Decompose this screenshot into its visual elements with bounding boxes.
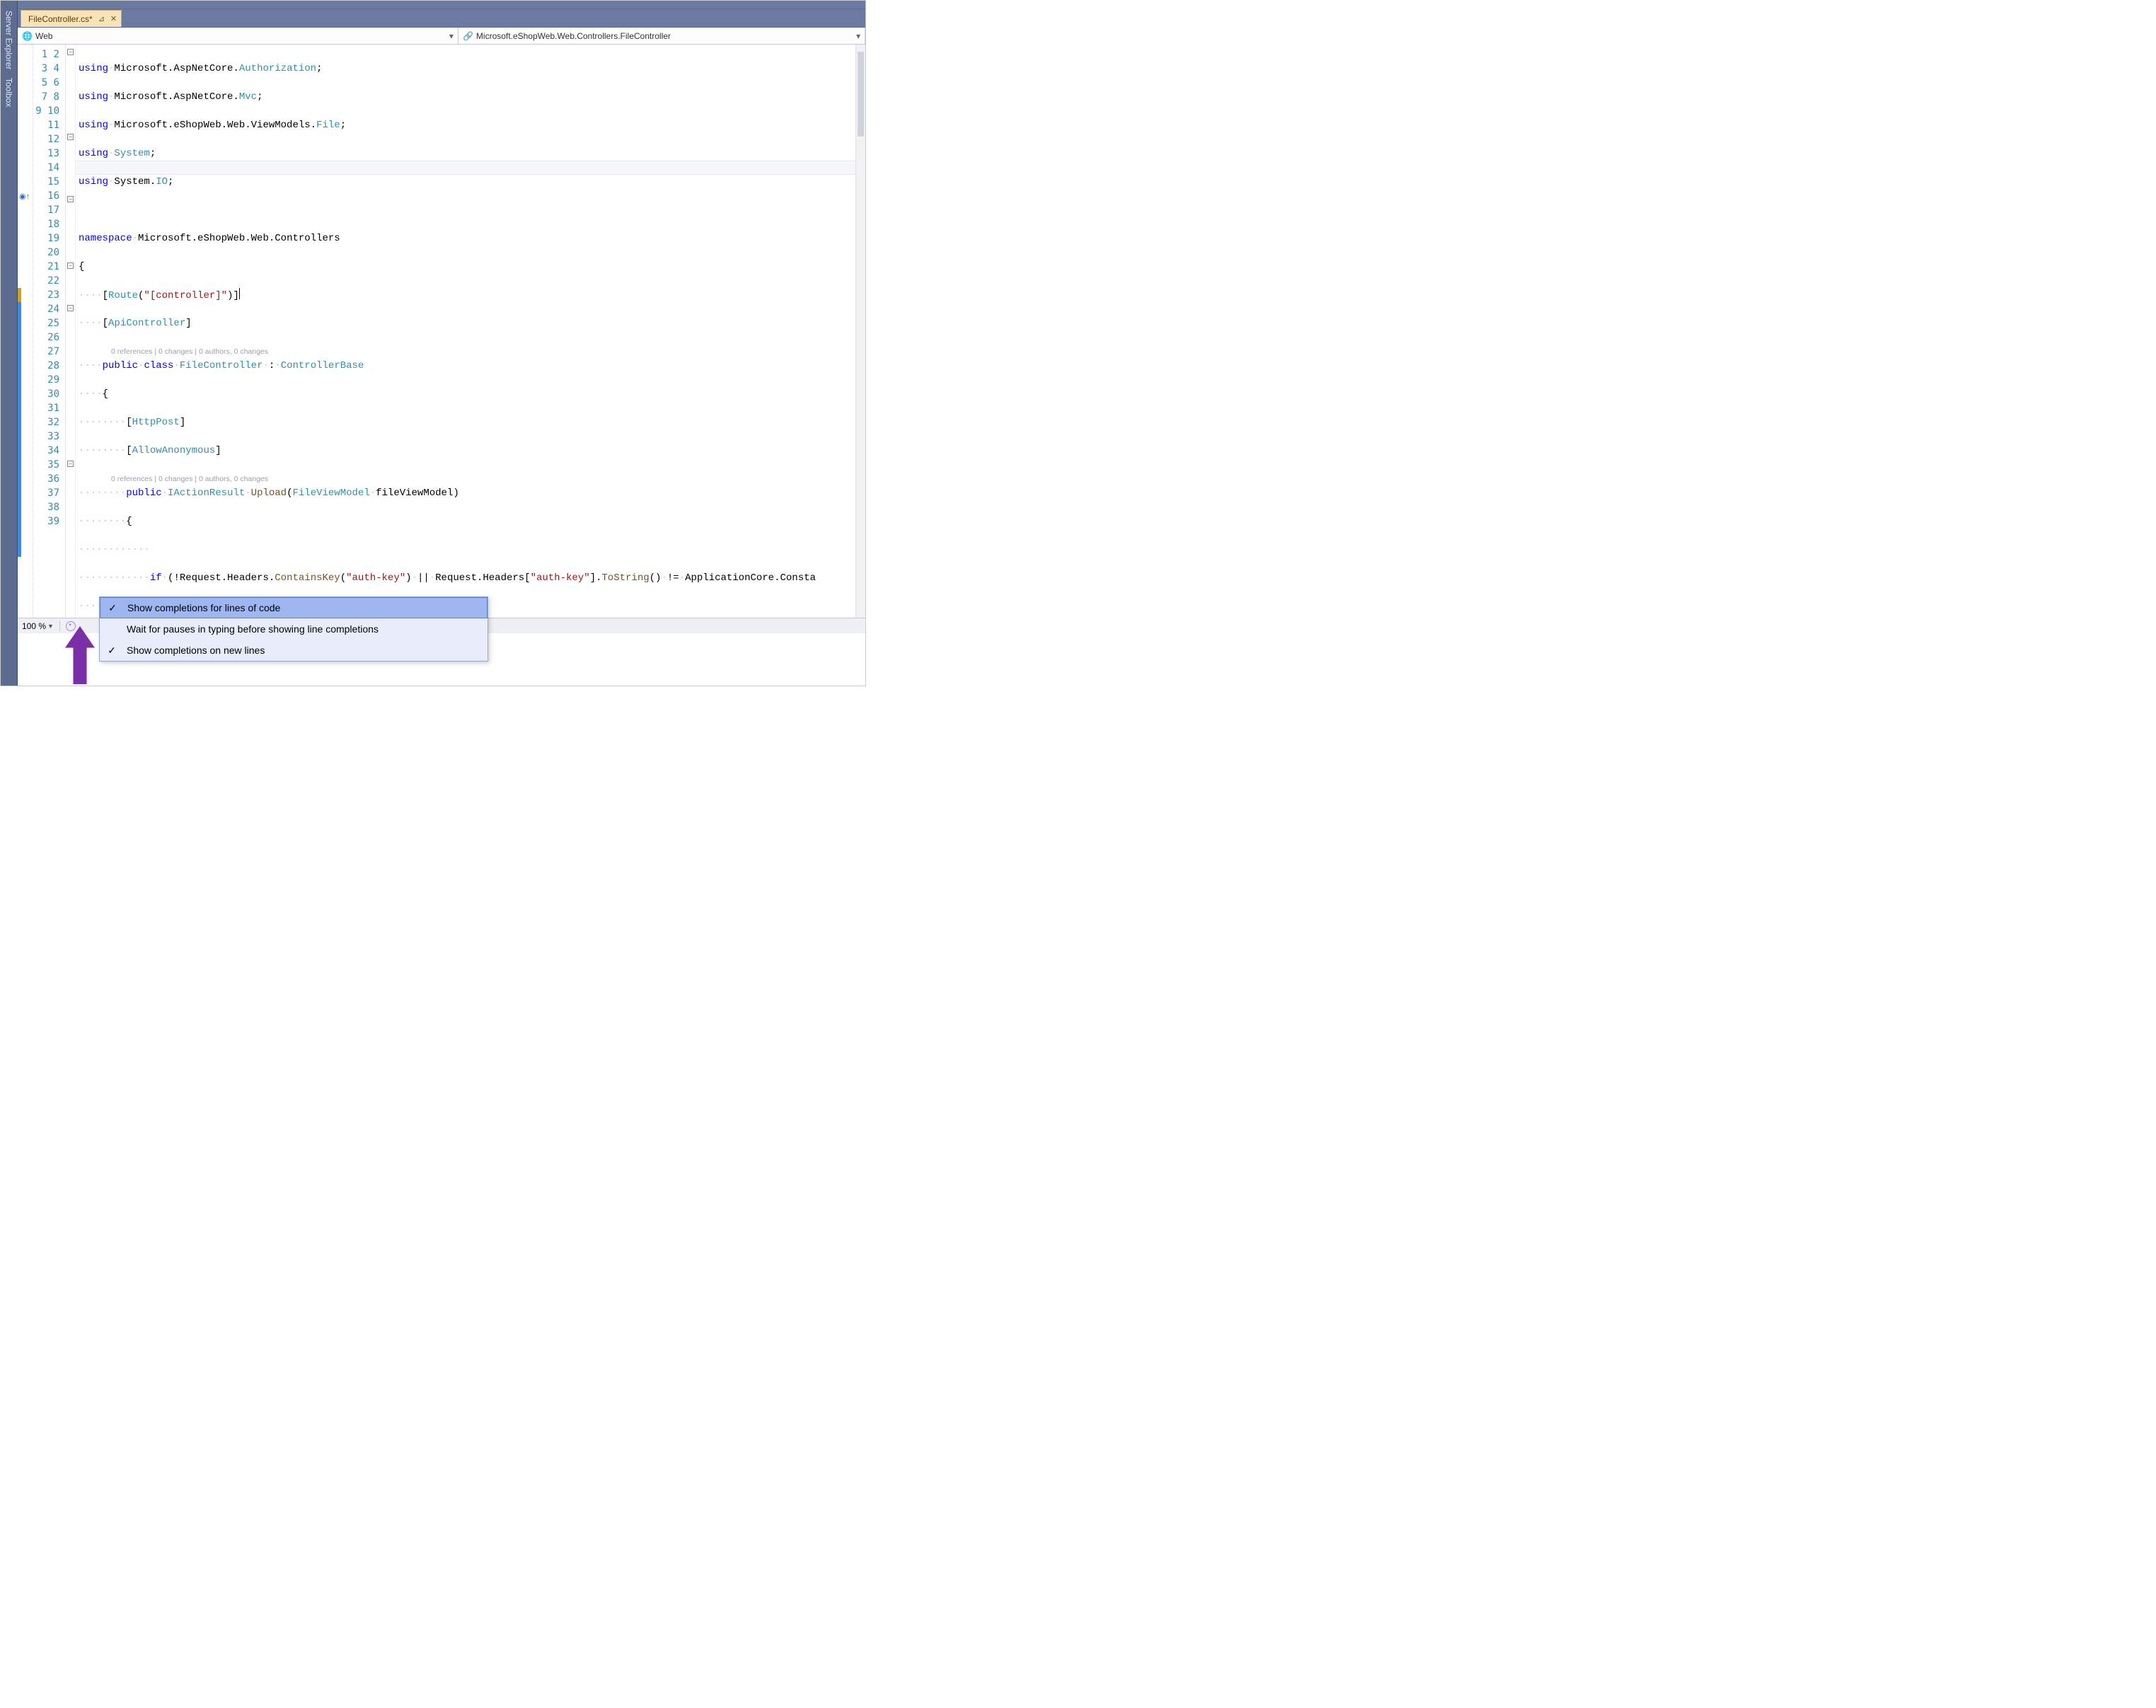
zoom-value: 100 % bbox=[22, 621, 46, 631]
bookmark-icon: ◉↑ bbox=[19, 192, 30, 201]
indicator-margin: ◉↑ bbox=[18, 45, 33, 618]
nav-project-label: Web bbox=[35, 31, 52, 41]
code-content: using·Microsoft.AspNetCore.Authorization… bbox=[76, 45, 865, 618]
callout-arrow bbox=[64, 626, 96, 684]
menu-item-show-on-new-lines[interactable]: ✓ Show completions on new lines bbox=[100, 640, 488, 661]
code-editor[interactable]: ◉↑ 1 2 3 4 5 6 7 8 9 10 11 12 13 14 15 1… bbox=[18, 45, 865, 618]
vertical-scrollbar[interactable] bbox=[855, 45, 865, 618]
outlining-margin: − − − − − − bbox=[66, 45, 76, 618]
fold-toggle[interactable]: − bbox=[67, 461, 74, 467]
document-tab-row: FileController.cs* ⊿ ✕ bbox=[18, 9, 865, 28]
server-explorer-tab[interactable]: Server Explorer bbox=[3, 6, 16, 74]
line-numbers: 1 2 3 4 5 6 7 8 9 10 11 12 13 14 15 16 1… bbox=[33, 45, 65, 618]
codelens-class[interactable]: 0 references | 0 changes | 0 authors, 0 … bbox=[76, 347, 268, 356]
editor-gutter: ◉↑ 1 2 3 4 5 6 7 8 9 10 11 12 13 14 15 1… bbox=[18, 45, 66, 618]
menu-item-label: Wait for pauses in typing before showing… bbox=[127, 623, 379, 635]
chevron-down-icon: ▼ bbox=[47, 623, 54, 630]
nav-project-dropdown[interactable]: 🌐 Web ▾ bbox=[18, 28, 459, 44]
menu-item-show-line-completions[interactable]: ✓ Show completions for lines of code bbox=[100, 597, 488, 618]
menu-item-label: Show completions for lines of code bbox=[127, 602, 280, 613]
globe-icon: 🌐 bbox=[22, 31, 33, 41]
check-icon: ✓ bbox=[104, 645, 120, 657]
pin-tab-icon[interactable]: ⊿ bbox=[98, 14, 105, 23]
menu-item-wait-for-pauses[interactable]: Wait for pauses in typing before showing… bbox=[100, 618, 488, 640]
scrollbar-thumb[interactable] bbox=[858, 52, 864, 137]
fold-toggle[interactable]: − bbox=[67, 196, 74, 202]
document-tab-filecontroller[interactable]: FileController.cs* ⊿ ✕ bbox=[21, 10, 122, 27]
codelens-method[interactable]: 0 references | 0 changes | 0 authors, 0 … bbox=[76, 475, 268, 483]
window-titlebar bbox=[18, 1, 865, 9]
change-marker bbox=[18, 288, 21, 302]
fold-toggle[interactable]: − bbox=[67, 49, 74, 55]
tab-filename: FileController.cs* bbox=[28, 14, 93, 24]
left-toolstrip: Server Explorer Toolbox bbox=[1, 1, 18, 686]
chevron-down-icon: ▾ bbox=[449, 31, 454, 41]
intellicode-options-menu: ✓ Show completions for lines of code Wai… bbox=[99, 596, 488, 662]
chevron-down-icon: ▾ bbox=[856, 31, 860, 41]
check-icon: ✓ bbox=[105, 602, 120, 614]
change-marker bbox=[18, 302, 21, 557]
nav-symbol-label: Microsoft.eShopWeb.Web.Controllers.FileC… bbox=[476, 31, 671, 41]
fold-toggle[interactable]: − bbox=[67, 262, 74, 269]
code-text-area[interactable]: using·Microsoft.AspNetCore.Authorization… bbox=[76, 45, 865, 618]
fold-toggle[interactable]: − bbox=[67, 305, 74, 311]
nav-symbol-dropdown[interactable]: 🔗 Microsoft.eShopWeb.Web.Controllers.Fil… bbox=[459, 28, 865, 44]
zoom-dropdown[interactable]: 100 % ▼ bbox=[22, 621, 54, 631]
toolbox-tab[interactable]: Toolbox bbox=[3, 74, 16, 111]
class-icon: 🔗 bbox=[463, 31, 473, 41]
fold-toggle[interactable]: − bbox=[67, 134, 74, 140]
separator bbox=[59, 621, 60, 631]
close-tab-icon[interactable]: ✕ bbox=[110, 14, 117, 23]
menu-item-label: Show completions on new lines bbox=[127, 645, 265, 656]
navigation-bar: 🌐 Web ▾ 🔗 Microsoft.eShopWeb.Web.Control… bbox=[18, 28, 865, 45]
